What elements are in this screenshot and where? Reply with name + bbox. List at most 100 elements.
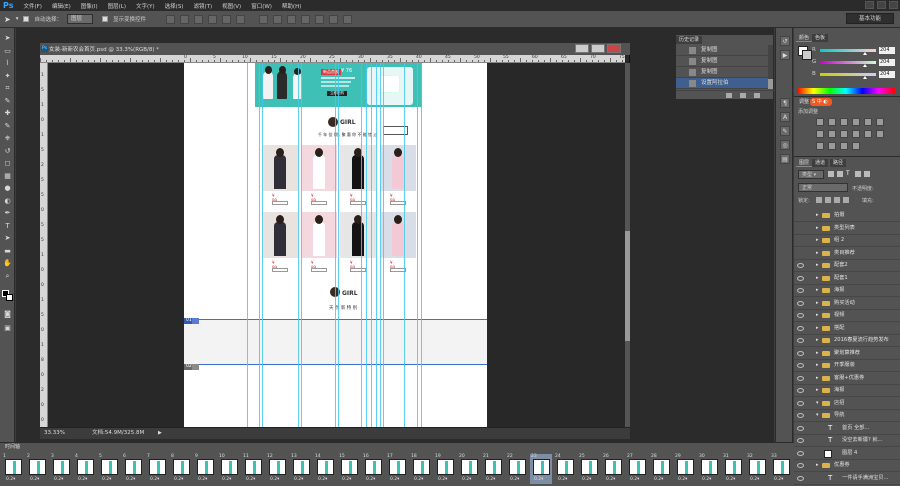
delay-dropdown-icon[interactable]: ▾ xyxy=(13,477,15,482)
trash-icon[interactable] xyxy=(754,93,760,98)
menu-item[interactable]: 帮助(H) xyxy=(277,2,306,10)
delay-dropdown-icon[interactable]: ▾ xyxy=(133,477,135,482)
layer-row[interactable]: ▸ 类型列表 xyxy=(794,223,900,235)
visibility-eye-icon[interactable] xyxy=(797,263,804,268)
layer-row[interactable]: ▸ 搭配 xyxy=(794,323,900,335)
scrollbar-thumb[interactable] xyxy=(625,231,630,341)
delay-dropdown-icon[interactable]: ▾ xyxy=(157,477,159,482)
minimize-icon[interactable] xyxy=(865,1,874,9)
menu-item[interactable]: 图层(L) xyxy=(103,2,131,10)
frame-delay[interactable]: 0.2▾ xyxy=(246,477,255,482)
delay-dropdown-icon[interactable]: ▾ xyxy=(541,477,543,482)
layer-row[interactable]: ▸ 海报 xyxy=(794,285,900,297)
frame-delay[interactable]: 0.2▾ xyxy=(606,477,615,482)
frame-delay[interactable]: 0.2▾ xyxy=(198,477,207,482)
expand-arrow-icon[interactable]: ▸ xyxy=(816,360,819,371)
frame-delay[interactable]: 0.2▾ xyxy=(582,477,591,482)
layer-row[interactable]: ▾ 店招 xyxy=(794,398,900,410)
guide-line[interactable] xyxy=(417,63,418,429)
layer-row[interactable]: T 没空去新疆? 就... xyxy=(794,435,900,447)
frame-delay[interactable]: 0.2▾ xyxy=(54,477,63,482)
frame-delay[interactable]: 0.2▾ xyxy=(318,477,327,482)
layer-row[interactable]: ▸ 海报 xyxy=(794,385,900,397)
eyedropper-tool-icon[interactable]: ✎ xyxy=(3,97,12,106)
distribute-hcenter-icon[interactable] xyxy=(315,14,325,24)
history-state[interactable]: 设置阿拉伯 xyxy=(676,78,768,89)
guide-line[interactable] xyxy=(262,63,263,429)
buy-button[interactable] xyxy=(350,201,366,205)
visibility-eye-icon[interactable] xyxy=(797,300,804,306)
doc-minimize-icon[interactable] xyxy=(575,44,589,53)
posterize-icon[interactable] xyxy=(816,142,824,150)
tab-paths[interactable]: 路径 xyxy=(830,159,847,167)
pen-tool-icon[interactable]: ✒ xyxy=(3,209,12,218)
delay-dropdown-icon[interactable]: ▾ xyxy=(277,477,279,482)
frame-delay[interactable]: 0.2▾ xyxy=(438,477,447,482)
history-state[interactable]: 复制图 xyxy=(676,45,768,56)
hand-tool-icon[interactable]: ✋ xyxy=(3,259,12,268)
guide-line[interactable] xyxy=(301,63,302,429)
frame-delay[interactable]: 0.2▾ xyxy=(78,477,87,482)
guide-line[interactable] xyxy=(335,63,336,429)
brush-panel-icon[interactable]: ✎ xyxy=(780,126,790,136)
distribute-bottom-icon[interactable] xyxy=(287,14,297,24)
visibility-eye-icon[interactable] xyxy=(797,275,804,281)
layer-row[interactable]: ▸ 客服+优惠券 xyxy=(794,373,900,385)
frame-delay[interactable]: 0.2▾ xyxy=(702,477,711,482)
document-tab[interactable]: Ps 女装-新新农会首页.psd @ 33.3%(RGB/8) * xyxy=(40,43,630,55)
color-spectrum[interactable] xyxy=(797,88,895,94)
timeline-frame[interactable]: 29 0.2▾ xyxy=(674,454,696,484)
guide-line[interactable] xyxy=(421,63,422,429)
channel-slider[interactable] xyxy=(820,73,876,76)
distribute-left-icon[interactable] xyxy=(301,14,311,24)
vertical-scrollbar[interactable] xyxy=(625,63,630,427)
align-bottom-icon[interactable] xyxy=(194,14,204,24)
layer-row[interactable]: ▸ 2016春夏流行趋势发布 xyxy=(794,335,900,347)
frame-delay[interactable]: 0.2▾ xyxy=(678,477,687,482)
expand-arrow-icon[interactable]: ▸ xyxy=(816,385,819,396)
timeline-frame[interactable]: 18 0.2▾ xyxy=(410,454,432,484)
frame-delay[interactable]: 0.2▾ xyxy=(102,477,111,482)
frame-delay[interactable]: 0.2▾ xyxy=(654,477,663,482)
delay-dropdown-icon[interactable]: ▾ xyxy=(397,477,399,482)
layer-row[interactable]: ▸ 购买活动 xyxy=(794,298,900,310)
timeline-frame[interactable]: 1 0.2▾ xyxy=(2,454,24,484)
frame-delay[interactable]: 0.2▾ xyxy=(6,477,15,482)
frame-delay[interactable]: 0.2▾ xyxy=(558,477,567,482)
maximize-icon[interactable] xyxy=(877,1,886,9)
expand-arrow-icon[interactable]: ▸ xyxy=(816,260,819,271)
layer-row[interactable]: ▸ 配套2 xyxy=(794,260,900,272)
visibility-eye-icon[interactable] xyxy=(797,288,804,293)
delay-dropdown-icon[interactable]: ▾ xyxy=(661,477,663,482)
lock-position-icon[interactable] xyxy=(834,197,840,203)
menu-item[interactable]: 窗口(W) xyxy=(246,2,277,10)
frame-delay[interactable]: 0.2▾ xyxy=(414,477,423,482)
timeline-frame[interactable]: 17 0.2▾ xyxy=(386,454,408,484)
frame-delay[interactable]: 0.2▾ xyxy=(486,477,495,482)
lasso-tool-icon[interactable]: ⌇ xyxy=(3,59,12,68)
guide-line[interactable] xyxy=(366,63,367,429)
timeline-frame[interactable]: 19 0.2▾ xyxy=(434,454,456,484)
filter-text-icon[interactable]: T xyxy=(846,171,852,177)
hue-icon[interactable] xyxy=(876,118,884,126)
timeline-frame[interactable]: 21 0.2▾ xyxy=(482,454,504,484)
expand-arrow-icon[interactable]: ▸ xyxy=(816,310,819,321)
delay-dropdown-icon[interactable]: ▾ xyxy=(709,477,711,482)
menu-item[interactable]: 视图(V) xyxy=(217,2,246,10)
crop-tool-icon[interactable]: ⌗ xyxy=(3,84,12,93)
visibility-off-icon[interactable] xyxy=(797,251,804,256)
move-tool-icon[interactable]: ➤ xyxy=(4,15,11,24)
timeline-frame[interactable]: 20 0.2▾ xyxy=(458,454,480,484)
ime-indicator[interactable]: S 中 ◐ xyxy=(810,98,832,106)
guide-line[interactable] xyxy=(376,63,377,429)
show-transform-checkbox[interactable] xyxy=(102,16,108,22)
tab-timeline[interactable]: 时间轴 xyxy=(2,443,24,451)
guide-line[interactable] xyxy=(298,63,299,429)
delay-dropdown-icon[interactable]: ▾ xyxy=(757,477,759,482)
marquee-tool-icon[interactable]: ▭ xyxy=(3,47,12,56)
frame-delay[interactable]: 0.2▾ xyxy=(126,477,135,482)
visibility-eye-icon[interactable] xyxy=(797,400,804,406)
camera-icon[interactable] xyxy=(740,93,746,98)
delay-dropdown-icon[interactable]: ▾ xyxy=(517,477,519,482)
expand-arrow-icon[interactable]: ▸ xyxy=(816,248,819,259)
